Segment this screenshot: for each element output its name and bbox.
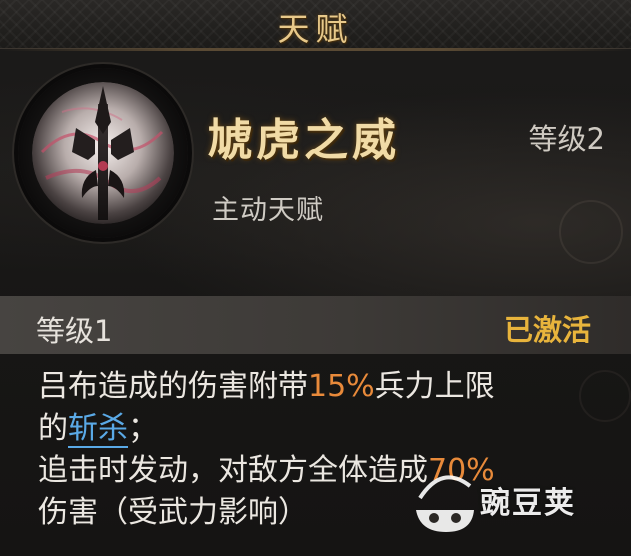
talent-type: 主动天赋: [212, 195, 324, 226]
header-divider: [0, 48, 631, 51]
description-line: 的斩杀；: [38, 408, 608, 450]
panel-title: 天赋: [277, 10, 354, 48]
watermark: 豌豆荚: [412, 470, 612, 540]
description-text: 兵力上限: [374, 369, 495, 404]
trident-halberd-icon: [32, 82, 174, 224]
pea-pod-logo-icon: [416, 475, 474, 532]
level-row: 等级1 已激活: [0, 296, 631, 354]
talent-name: 虓虎之威: [208, 115, 400, 166]
panel-header: 天赋: [0, 0, 631, 49]
description-line: 吕布造成的伤害附带15%兵力上限: [38, 366, 608, 408]
level-label: 等级1: [36, 314, 113, 348]
description-text: 追击时发动，对敌方全体造成: [38, 453, 428, 488]
talent-icon-frame[interactable]: [18, 68, 188, 238]
talent-panel: 天赋 虓虎之威 等级2 主动天赋 等级1 已激活 吕布造成的伤害附带15%兵力上…: [0, 0, 631, 556]
activation-status: 已激活: [503, 313, 591, 347]
description-text: 的: [38, 411, 68, 446]
watermark-text: 豌豆荚: [480, 486, 576, 521]
background-emblem: [559, 200, 623, 264]
execute-keyword-link[interactable]: 斩杀: [68, 411, 128, 448]
description-text: ；: [128, 411, 158, 446]
description-text: 吕布造成的伤害附带: [38, 369, 308, 404]
damage-percent: 15%: [308, 369, 375, 404]
talent-current-level: 等级2: [528, 122, 605, 156]
